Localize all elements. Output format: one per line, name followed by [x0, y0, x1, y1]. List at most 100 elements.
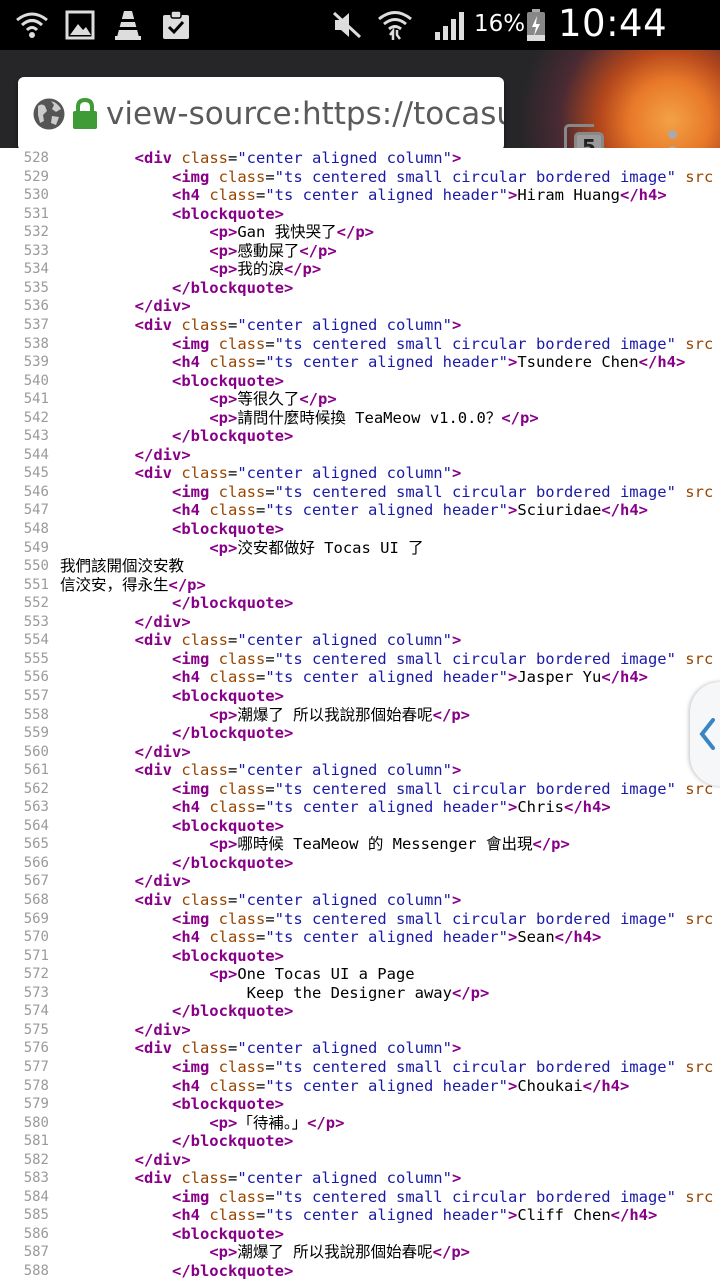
status-bar: 16% 10:44 PM — [0, 0, 720, 88]
html-tag: > — [601, 798, 611, 817]
html-tag: <blockquote — [171, 946, 275, 965]
line-number: 570 — [23, 929, 49, 946]
code-line: 537 <div class="center aligned column"> — [0, 316, 720, 335]
code-text: Chris — [517, 798, 564, 817]
html-tag: > — [283, 1262, 294, 1280]
tab-switcher-button[interactable]: 5 — [562, 122, 608, 148]
html-attribute: class — [181, 464, 228, 483]
code-line: 557 <blockquote> — [0, 687, 720, 706]
code-text: = — [256, 186, 266, 205]
html-tag: </h4 — [610, 1206, 648, 1225]
html-tag: > — [283, 853, 294, 872]
code-line: 539 <h4 class="ts center aligned header"… — [0, 353, 720, 372]
battery-icon — [524, 9, 548, 41]
html-attribute: class — [209, 353, 256, 372]
line-source: <h4 class="ts center aligned header">Tsu… — [60, 353, 685, 372]
code-line: 547 <h4 class="ts center aligned header"… — [0, 501, 720, 520]
code-line: 565 <p>哪時候 TeaMeow 的 Messenger 會出現</p> — [0, 835, 720, 854]
line-source: <p>「待補。」</p> — [60, 1114, 344, 1133]
html-tag: <blockquote — [171, 204, 275, 223]
line-source: 信洨安，得永生</p> — [60, 576, 206, 595]
line-number: 557 — [23, 687, 49, 704]
html-tag: </p — [532, 835, 561, 854]
code-text: = — [265, 649, 275, 668]
code-text: Choukai — [517, 1076, 583, 1095]
code-text: = — [256, 1076, 266, 1095]
line-number: 581 — [23, 1133, 49, 1150]
overflow-menu-button[interactable] — [660, 130, 684, 148]
line-number: 560 — [23, 743, 49, 760]
line-number: 561 — [23, 762, 49, 779]
line-source: </blockquote> — [60, 427, 293, 446]
code-text: Jasper Yu — [517, 668, 602, 687]
line-number: 537 — [23, 316, 49, 333]
html-attribute: src — [685, 334, 714, 353]
line-number: 539 — [23, 354, 49, 371]
line-source: <div class="center aligned column"> — [60, 1039, 462, 1058]
line-number: 568 — [23, 892, 49, 908]
source-code-view[interactable]: 528 <div class="center aligned column"> 5… — [0, 148, 720, 1280]
html-attribute: class — [209, 1206, 256, 1225]
html-tag: > — [227, 835, 238, 854]
code-text: = — [265, 334, 275, 353]
code-line: 546 <img class="ts centered small circul… — [0, 483, 720, 502]
line-source: <blockquote> — [60, 1225, 284, 1244]
html-tag: <p — [209, 1113, 228, 1132]
code-line: 567 </div> — [0, 872, 720, 891]
html-tag: > — [283, 1132, 294, 1151]
html-tag: > — [181, 297, 191, 316]
attribute-value: "ts centered small circular bordered ima… — [274, 167, 676, 186]
attribute-value: "ts centered small circular bordered ima… — [274, 482, 676, 501]
line-number: 574 — [23, 1003, 49, 1020]
html-tag: </blockquote — [171, 1002, 284, 1021]
line-number: 553 — [23, 613, 49, 630]
html-tag: > — [591, 928, 602, 947]
html-tag: <p — [209, 390, 228, 409]
html-tag: </h4 — [582, 1076, 620, 1095]
url-text: view-source:https://tocasui-y — [106, 96, 504, 132]
code-text: Keep the Designer away — [60, 983, 452, 1002]
html-tag: <p — [209, 538, 228, 557]
line-source: <div class="center aligned column"> — [60, 891, 462, 910]
address-bar[interactable]: view-source:https://tocasui-y — [18, 77, 504, 148]
code-line: 529 <img class="ts centered small circul… — [0, 168, 720, 187]
line-number: 565 — [23, 836, 49, 853]
line-number: 571 — [23, 947, 49, 964]
html-attribute: class — [218, 167, 266, 186]
line-number: 584 — [23, 1188, 49, 1205]
html-tag: <p — [209, 965, 228, 984]
html-tag: <div — [134, 315, 172, 334]
html-tag: > — [507, 186, 518, 205]
line-source: <p>潮爆了 所以我說那個始春呢</p> — [60, 706, 470, 725]
line-number: 538 — [23, 335, 49, 352]
vlc-icon — [112, 9, 144, 41]
line-number: 572 — [23, 966, 49, 983]
code-text: = — [228, 464, 238, 483]
html-attribute: class — [218, 909, 266, 928]
side-panel-handle[interactable] — [690, 682, 720, 786]
line-source: <h4 class="ts center aligned header">Chr… — [60, 798, 611, 817]
html-tag: <blockquote — [171, 816, 275, 835]
code-line: 536 </div> — [0, 297, 720, 316]
line-number: 566 — [23, 854, 49, 871]
code-line: 531 <blockquote> — [0, 205, 720, 224]
line-number: 558 — [23, 706, 49, 723]
html-tag: > — [451, 315, 462, 334]
code-line: 566 </blockquote> — [0, 854, 720, 873]
html-tag: </p — [432, 705, 461, 724]
